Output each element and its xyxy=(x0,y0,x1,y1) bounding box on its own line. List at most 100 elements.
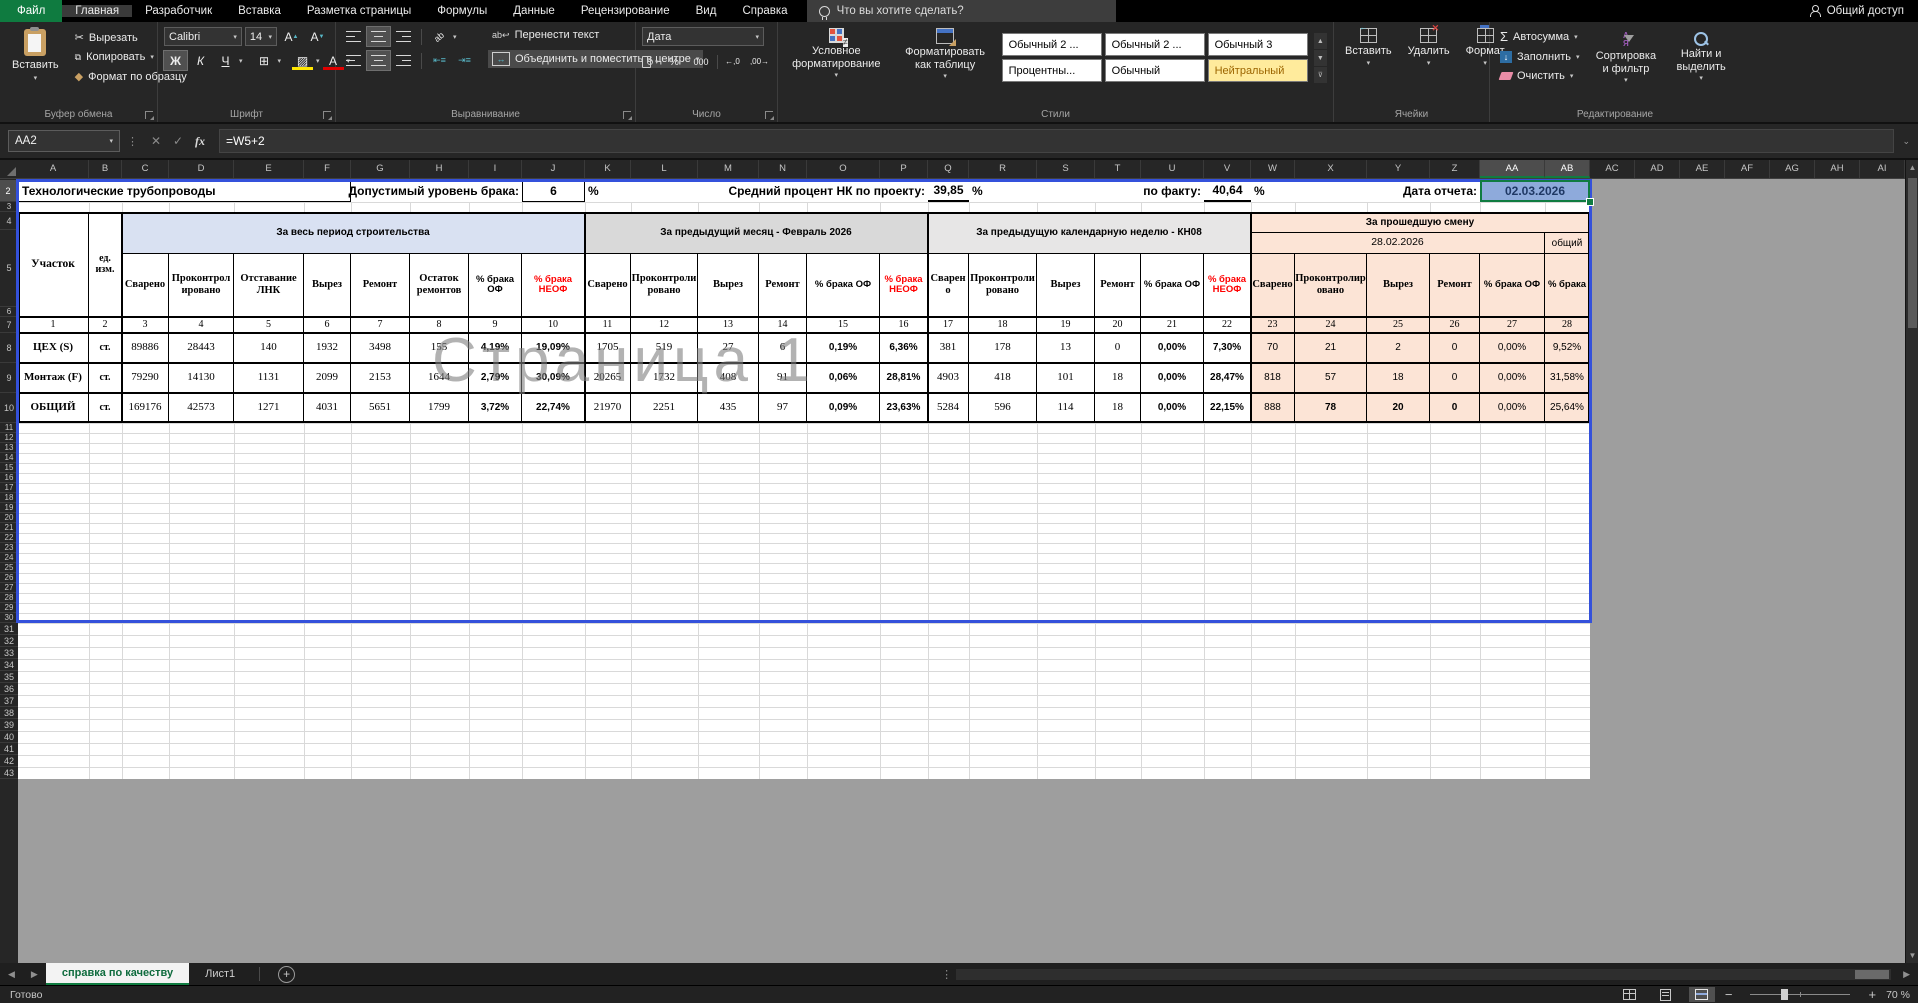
scrollbar-splitter[interactable]: ⋮ xyxy=(941,968,952,981)
column-header-W[interactable]: W xyxy=(1251,160,1295,178)
dialog-launcher-icon[interactable] xyxy=(145,111,153,119)
row-header-31[interactable]: 31 xyxy=(0,623,18,635)
paste-button[interactable]: Вставить ▾ xyxy=(6,27,65,84)
column-header-K[interactable]: K xyxy=(585,160,631,178)
column-header-Q[interactable]: Q xyxy=(928,160,969,178)
gallery-scrollbar[interactable]: ▲▼⊽ xyxy=(1314,33,1327,83)
column-header-V[interactable]: V xyxy=(1204,160,1251,178)
column-header-H[interactable]: H xyxy=(410,160,469,178)
row-header-32[interactable]: 32 xyxy=(0,635,18,647)
grow-font-button[interactable]: А▲ xyxy=(280,27,303,46)
column-header-E[interactable]: E xyxy=(234,160,304,178)
column-header-AH[interactable]: AH xyxy=(1815,160,1860,178)
column-header-AE[interactable]: AE xyxy=(1680,160,1725,178)
row-header-40[interactable]: 40 xyxy=(0,731,18,743)
align-center-button[interactable] xyxy=(367,51,390,70)
increase-indent-button[interactable]: ⇥≡ xyxy=(453,51,476,70)
column-header-AB[interactable]: AB xyxy=(1545,160,1590,178)
column-header-T[interactable]: T xyxy=(1095,160,1141,178)
column-header-X[interactable]: X xyxy=(1295,160,1367,178)
row-header-39[interactable]: 39 xyxy=(0,719,18,731)
sort-filter-button[interactable]: АЯ Сортировка и фильтр▾ xyxy=(1590,31,1663,86)
sheet-tab-active[interactable]: справка по качеству xyxy=(46,963,189,985)
cell-style-chip[interactable]: Обычный 2 ... xyxy=(1105,33,1205,56)
column-header-A[interactable]: A xyxy=(18,160,89,178)
accounting-format-icon[interactable] xyxy=(642,56,651,68)
row-header-42[interactable]: 42 xyxy=(0,755,18,767)
share-button[interactable]: Общий доступ xyxy=(1795,0,1918,22)
sheet-tab-other[interactable]: Лист1 xyxy=(189,963,251,985)
view-page-break-button[interactable] xyxy=(1689,987,1715,1002)
tell-me-search[interactable]: Что вы хотите сделать? xyxy=(807,0,1116,22)
view-normal-button[interactable] xyxy=(1617,987,1643,1002)
column-header-AA[interactable]: AA xyxy=(1480,160,1545,178)
ribbon-tab-Главная[interactable]: Главная xyxy=(62,5,132,17)
row-header-35[interactable]: 35 xyxy=(0,671,18,683)
align-top-button[interactable] xyxy=(342,27,365,46)
fill-button[interactable]: ↓Заполнить▾ xyxy=(1496,49,1584,65)
row-header-38[interactable]: 38 xyxy=(0,707,18,719)
column-header-U[interactable]: U xyxy=(1141,160,1204,178)
name-box-splitter[interactable]: ⋮ xyxy=(127,135,138,148)
column-header-Z[interactable]: Z xyxy=(1430,160,1480,178)
column-header-J[interactable]: J xyxy=(522,160,585,178)
row-header-34[interactable]: 34 xyxy=(0,659,18,671)
ribbon-tab-Рецензирование[interactable]: Рецензирование xyxy=(568,5,683,17)
row-header-37[interactable]: 37 xyxy=(0,695,18,707)
borders-button[interactable]: ⊞ xyxy=(253,51,276,70)
scroll-up-icon[interactable]: ▲ xyxy=(1906,163,1918,172)
cancel-entry-button[interactable]: ✕ xyxy=(145,134,167,148)
ribbon-tab-Формулы[interactable]: Формулы xyxy=(424,5,500,17)
shrink-font-button[interactable]: А▼ xyxy=(306,27,329,46)
cell-style-chip[interactable]: Процентны... xyxy=(1002,59,1102,82)
zoom-slider[interactable] xyxy=(1750,994,1850,995)
fill-color-button[interactable]: ▨ xyxy=(291,51,314,70)
conditional-formatting-button[interactable]: Условное форматирование ▾ xyxy=(784,27,889,81)
column-header-AF[interactable]: AF xyxy=(1725,160,1770,178)
select-all-corner[interactable] xyxy=(0,160,18,178)
ribbon-tab-Вид[interactable]: Вид xyxy=(683,5,730,17)
vertical-scrollbar[interactable]: ▲ ▼ xyxy=(1905,160,1918,963)
insert-cells-button[interactable]: Вставить▾ xyxy=(1340,27,1397,68)
increase-decimal-button[interactable]: ←,0 xyxy=(721,52,744,71)
insert-function-button[interactable]: fx xyxy=(189,134,211,149)
add-sheet-button[interactable]: + xyxy=(278,966,295,983)
scroll-right-icon[interactable]: ▶ xyxy=(1895,963,1918,985)
column-header-AD[interactable]: AD xyxy=(1635,160,1680,178)
zoom-slider-thumb[interactable] xyxy=(1781,989,1788,1000)
decrease-decimal-button[interactable]: ,00→ xyxy=(748,52,771,71)
column-header-M[interactable]: M xyxy=(698,160,759,178)
column-header-L[interactable]: L xyxy=(631,160,698,178)
ribbon-tab-Вставка[interactable]: Вставка xyxy=(225,5,294,17)
column-header-AG[interactable]: AG xyxy=(1770,160,1815,178)
font-size-combo[interactable]: 14▾ xyxy=(245,27,277,46)
column-header-C[interactable]: C xyxy=(122,160,169,178)
row-header-41[interactable]: 41 xyxy=(0,743,18,755)
find-select-button[interactable]: Найти и выделить▾ xyxy=(1668,31,1734,84)
column-header-P[interactable]: P xyxy=(880,160,928,178)
name-box[interactable]: AA2▾ xyxy=(8,130,120,152)
comma-style-button[interactable]: 000 xyxy=(690,52,713,71)
row-header-36[interactable]: 36 xyxy=(0,683,18,695)
format-as-table-button[interactable]: Форматировать как таблицу ▾ xyxy=(895,27,996,82)
dialog-launcher-icon[interactable] xyxy=(323,111,331,119)
column-header-F[interactable]: F xyxy=(304,160,351,178)
fill-handle[interactable] xyxy=(1586,198,1594,206)
ribbon-tab-Данные[interactable]: Данные xyxy=(500,5,568,17)
column-header-R[interactable]: R xyxy=(969,160,1037,178)
cell-style-chip[interactable]: Обычный 2 ... xyxy=(1002,33,1102,56)
cell-style-chip[interactable]: Обычный xyxy=(1105,59,1205,82)
column-header-O[interactable]: O xyxy=(807,160,880,178)
dialog-launcher-icon[interactable] xyxy=(765,111,773,119)
orientation-button[interactable]: ab xyxy=(428,27,451,46)
view-page-layout-button[interactable] xyxy=(1653,987,1679,1002)
autosum-button[interactable]: ΣАвтосумма▾ xyxy=(1496,27,1584,46)
number-format-combo[interactable]: Дата▾ xyxy=(642,27,764,46)
row-header-43[interactable]: 43 xyxy=(0,767,18,779)
column-header-Y[interactable]: Y xyxy=(1367,160,1430,178)
column-header-S[interactable]: S xyxy=(1037,160,1095,178)
dialog-launcher-icon[interactable] xyxy=(623,111,631,119)
column-header-G[interactable]: G xyxy=(351,160,410,178)
italic-button[interactable]: К xyxy=(189,51,212,70)
row-header-33[interactable]: 33 xyxy=(0,647,18,659)
